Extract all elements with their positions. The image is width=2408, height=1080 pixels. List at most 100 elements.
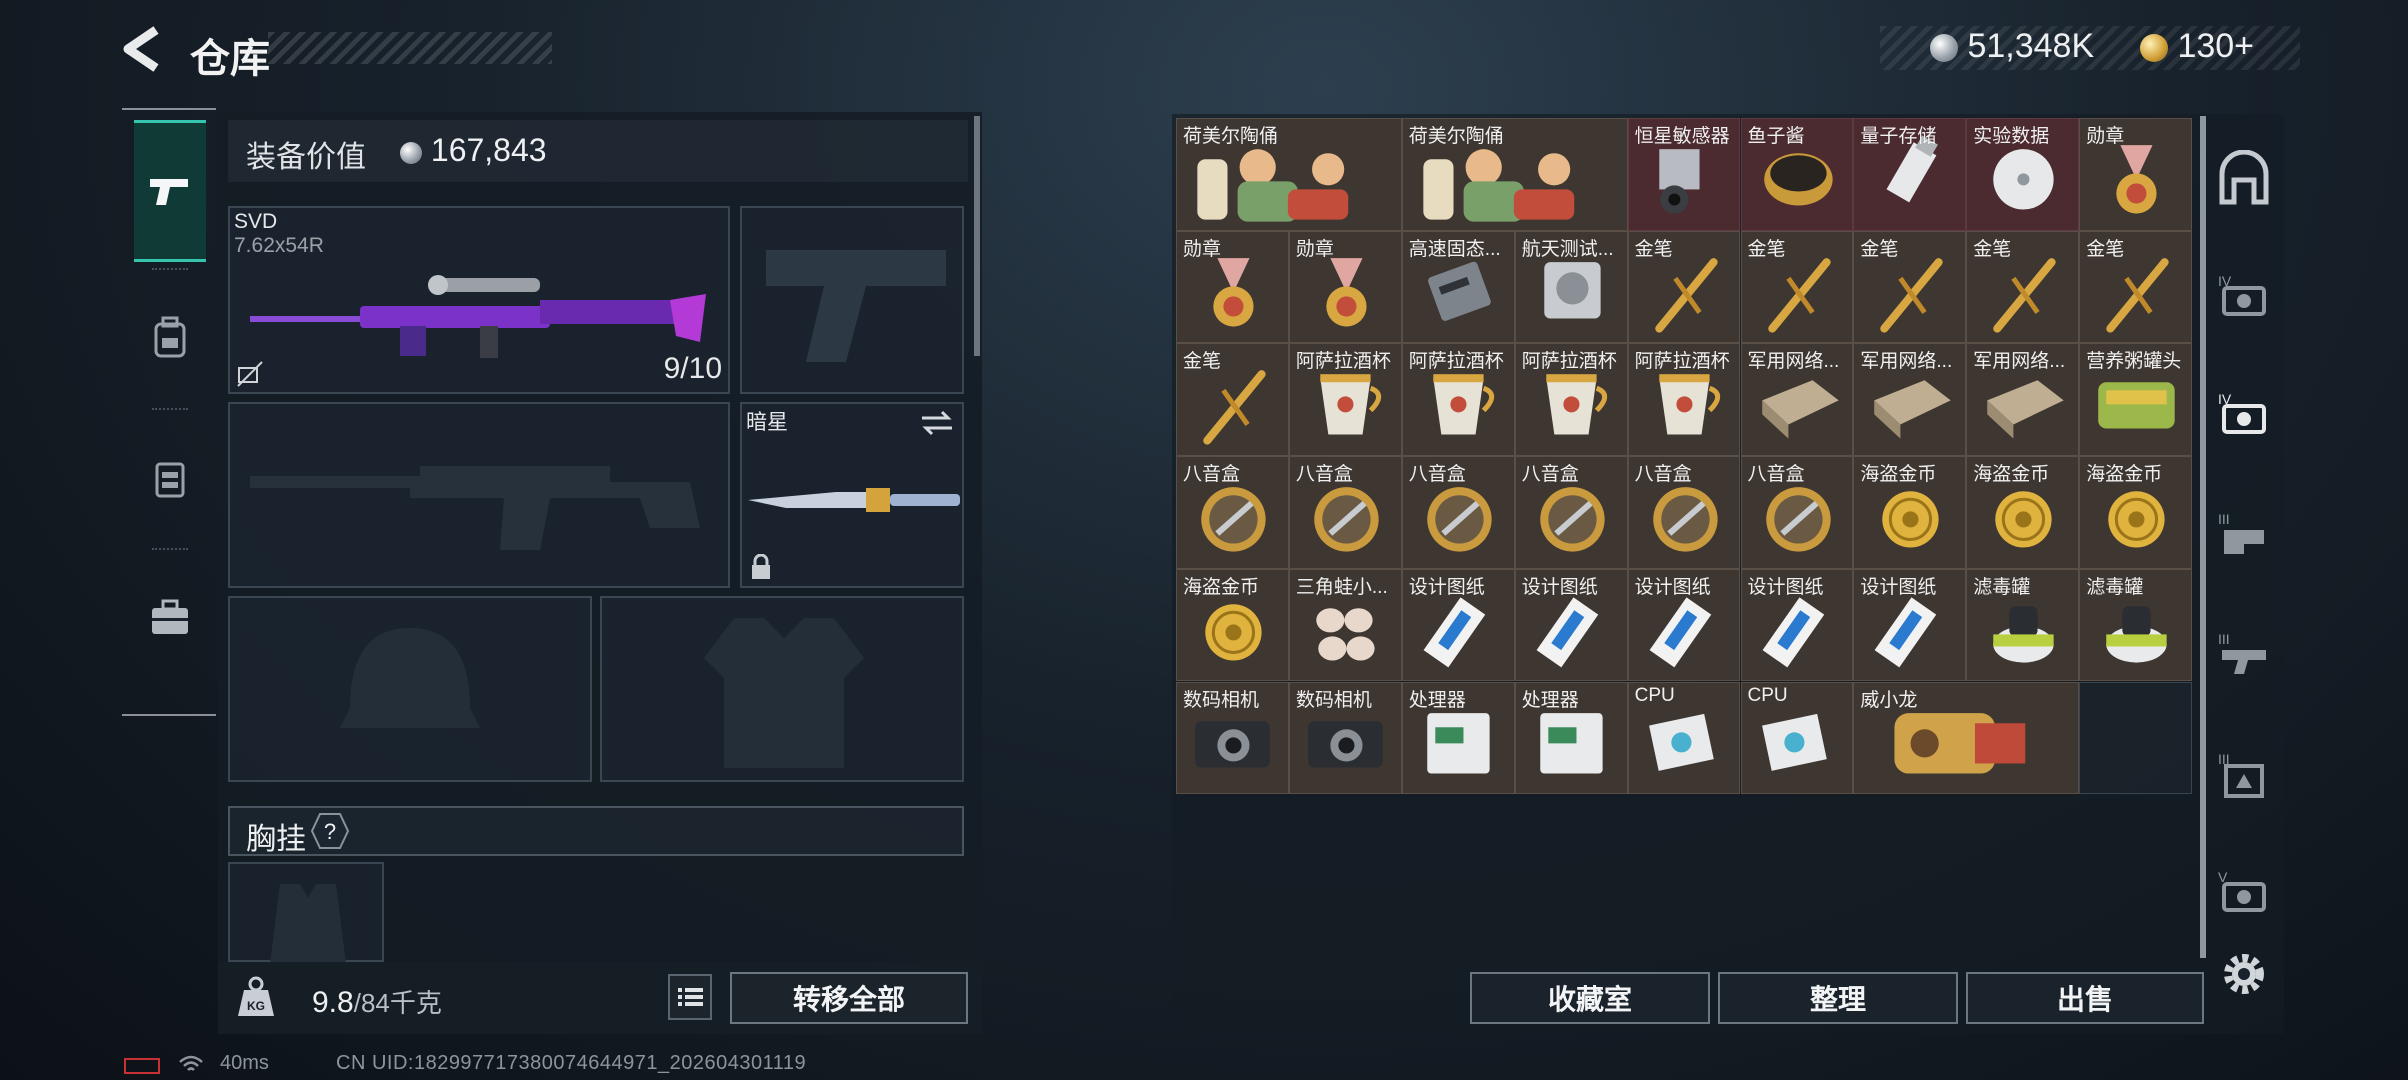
storage-item[interactable]: 金笔 xyxy=(1176,343,1289,457)
category-all-icon[interactable] xyxy=(2214,150,2274,210)
storage-item[interactable]: 勋章 xyxy=(1176,230,1289,344)
category-level4-backpack-icon[interactable]: IV xyxy=(2214,384,2274,444)
currency-silver-value: 51,348K xyxy=(1967,27,2095,65)
melee-slot[interactable]: 暗星 xyxy=(740,402,964,588)
storage-item-label: 设计图纸 xyxy=(1860,576,1937,598)
organize-button[interactable]: 整理 xyxy=(1718,972,1958,1024)
chest-rig-slot[interactable] xyxy=(228,862,384,964)
storage-item[interactable]: 八音盒 xyxy=(1740,456,1854,569)
storage-item[interactable]: 八音盒 xyxy=(1288,456,1402,569)
storage-item-label: 处理器 xyxy=(1408,689,1466,711)
collection-room-button[interactable]: 收藏室 xyxy=(1470,972,1710,1024)
storage-item-label: 金笔 xyxy=(1973,238,2012,260)
storage-item[interactable]: 海盗金币 xyxy=(1853,456,1967,569)
sell-button[interactable]: 出售 xyxy=(1966,972,2204,1024)
equipment-scrollbar[interactable] xyxy=(974,116,980,356)
storage-item[interactable]: 威小龙 xyxy=(1853,681,2080,795)
storage-item[interactable]: 设计图纸 xyxy=(1627,568,1741,682)
storage-item[interactable]: 勋章 xyxy=(1288,230,1402,344)
storage-item[interactable]: 三角蛙小... xyxy=(1288,568,1402,682)
storage-item[interactable]: 海盗金币 xyxy=(1176,568,1289,682)
storage-item[interactable]: 金笔 xyxy=(1627,230,1741,344)
storage-item[interactable]: 海盗金币 xyxy=(2079,456,2193,569)
storage-item[interactable]: 高速固态... xyxy=(1401,230,1515,344)
category-level5-case-icon[interactable]: V xyxy=(2214,862,2274,922)
list-view-button[interactable] xyxy=(668,974,712,1020)
equipment-value-number: 167,843 xyxy=(430,132,547,168)
chest-rig-label: 胸挂 xyxy=(246,823,306,856)
storage-item[interactable]: 设计图纸 xyxy=(1514,568,1628,682)
storage-item[interactable]: 军用网络... xyxy=(1853,343,1967,457)
storage-item[interactable]: 军用网络... xyxy=(1966,343,2080,457)
swap-icon[interactable] xyxy=(920,410,954,436)
storage-item[interactable]: 金笔 xyxy=(1966,230,2080,344)
storage-item[interactable]: 八音盒 xyxy=(1401,456,1515,569)
empty-storage-cell[interactable] xyxy=(2079,681,2193,795)
storage-item-label: 勋章 xyxy=(1295,238,1334,260)
storage-item[interactable]: 航天测试... xyxy=(1514,230,1628,344)
storage-item[interactable]: 处理器 xyxy=(1514,681,1628,795)
storage-item[interactable]: 阿萨拉酒杯 xyxy=(1288,343,1402,457)
wifi-icon xyxy=(179,1055,203,1071)
storage-item[interactable]: 金笔 xyxy=(2079,230,2193,344)
primary-weapon-slot[interactable]: SVD 7.62x54R 9/10 xyxy=(228,206,730,394)
storage-item[interactable]: 阿萨拉酒杯 xyxy=(1401,343,1515,457)
storage-item[interactable]: 金笔 xyxy=(1740,230,1854,344)
storage-item-label: 荷美尔陶俑 xyxy=(1183,126,1279,147)
storage-item[interactable]: 军用网络... xyxy=(1740,343,1854,457)
category-level4-case-icon[interactable]: IV xyxy=(2214,266,2274,326)
storage-item[interactable]: 荷美尔陶俑 xyxy=(1176,118,1402,231)
armor-slot[interactable] xyxy=(600,596,964,782)
storage-item[interactable]: 处理器 xyxy=(1401,681,1515,795)
silver-coin-icon xyxy=(1930,34,1958,63)
chest-rig-silhouette-icon xyxy=(270,884,346,964)
category-level3-weapon-icon[interactable]: III xyxy=(2214,624,2274,684)
storage-item[interactable]: 金笔 xyxy=(1853,230,1967,344)
storage-item[interactable]: 恒星敏感器 xyxy=(1627,118,1741,231)
storage-item[interactable]: 海盗金币 xyxy=(1966,456,2080,569)
back-arrow-icon[interactable] xyxy=(118,24,166,74)
melee-name: 暗星 xyxy=(746,411,788,434)
transfer-all-button[interactable]: 转移全部 xyxy=(730,972,968,1024)
storage-item-label: 八音盒 xyxy=(1634,464,1692,486)
storage-item[interactable]: CPU xyxy=(1627,681,1741,795)
storage-item[interactable]: 设计图纸 xyxy=(1740,568,1854,682)
category-level3-armor-icon[interactable]: III xyxy=(2214,744,2274,804)
storage-item-label: 海盗金币 xyxy=(1183,576,1260,598)
storage-item[interactable]: 实验数据 xyxy=(1966,118,2080,231)
pistol-slot[interactable] xyxy=(740,206,964,394)
storage-item[interactable]: 勋章 xyxy=(2079,118,2193,231)
tab-backpack[interactable] xyxy=(134,270,206,406)
storage-item[interactable]: 阿萨拉酒杯 xyxy=(1627,343,1741,457)
storage-item[interactable]: 阿萨拉酒杯 xyxy=(1514,343,1628,457)
tab-weapons[interactable] xyxy=(134,120,206,262)
storage-scrollbar[interactable] xyxy=(2200,116,2206,958)
storage-item[interactable]: 荷美尔陶俑 xyxy=(1401,118,1628,231)
storage-item[interactable]: 滤毒罐 xyxy=(1966,568,2080,682)
storage-item[interactable]: 八音盒 xyxy=(1627,456,1741,569)
storage-item[interactable]: 滤毒罐 xyxy=(2079,568,2193,682)
storage-item-label: 设计图纸 xyxy=(1521,576,1598,598)
storage-item[interactable]: 八音盒 xyxy=(1514,456,1628,569)
storage-item[interactable]: 数码相机 xyxy=(1288,681,1402,795)
storage-item-label: 军用网络... xyxy=(1973,351,2066,373)
storage-item-label: 设计图纸 xyxy=(1747,576,1824,598)
pistol-silhouette-icon xyxy=(766,250,946,362)
currency-gold[interactable]: 130+ xyxy=(2140,27,2254,66)
storage-item-label: 金笔 xyxy=(1634,238,1673,260)
storage-item[interactable]: 营养粥罐头 xyxy=(2079,343,2193,457)
settings-gear-icon[interactable] xyxy=(2218,948,2270,1000)
storage-item[interactable]: CPU xyxy=(1740,681,1854,795)
storage-item[interactable]: 量子存储 xyxy=(1853,118,1967,231)
storage-item[interactable]: 设计图纸 xyxy=(1853,568,1967,682)
secondary-weapon-slot[interactable] xyxy=(228,402,730,588)
storage-item[interactable]: 设计图纸 xyxy=(1401,568,1515,682)
category-level3-rig-icon[interactable]: III xyxy=(2214,504,2274,564)
storage-item[interactable]: 鱼子酱 xyxy=(1740,118,1854,231)
helmet-slot[interactable] xyxy=(228,596,592,782)
storage-item[interactable]: 数码相机 xyxy=(1176,681,1289,795)
tab-case[interactable] xyxy=(134,550,206,686)
help-badge-icon[interactable]: ? xyxy=(310,812,350,850)
tab-vest[interactable] xyxy=(134,410,206,546)
storage-item[interactable]: 八音盒 xyxy=(1176,456,1289,569)
